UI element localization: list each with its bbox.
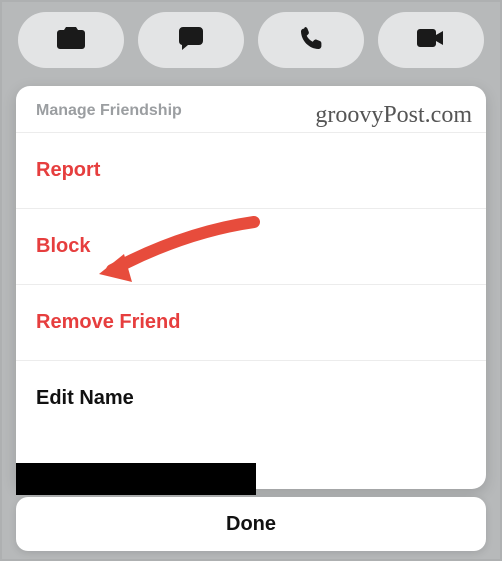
- phone-icon: [298, 25, 324, 56]
- edit-name-option[interactable]: Edit Name: [16, 360, 486, 436]
- sheet-header: Manage Friendship: [16, 86, 486, 132]
- report-option[interactable]: Report: [16, 132, 486, 208]
- action-toolbar: [2, 12, 500, 68]
- video-icon: [416, 27, 446, 54]
- camera-button[interactable]: [18, 12, 124, 68]
- camera-icon: [56, 25, 86, 56]
- redaction-bar: [16, 463, 256, 495]
- remove-friend-option[interactable]: Remove Friend: [16, 284, 486, 360]
- done-button[interactable]: Done: [16, 497, 486, 551]
- chat-icon: [178, 25, 204, 56]
- video-call-button[interactable]: [378, 12, 484, 68]
- manage-friendship-sheet: Manage Friendship Report Block Remove Fr…: [16, 86, 486, 489]
- block-option[interactable]: Block: [16, 208, 486, 284]
- chat-button[interactable]: [138, 12, 244, 68]
- call-button[interactable]: [258, 12, 364, 68]
